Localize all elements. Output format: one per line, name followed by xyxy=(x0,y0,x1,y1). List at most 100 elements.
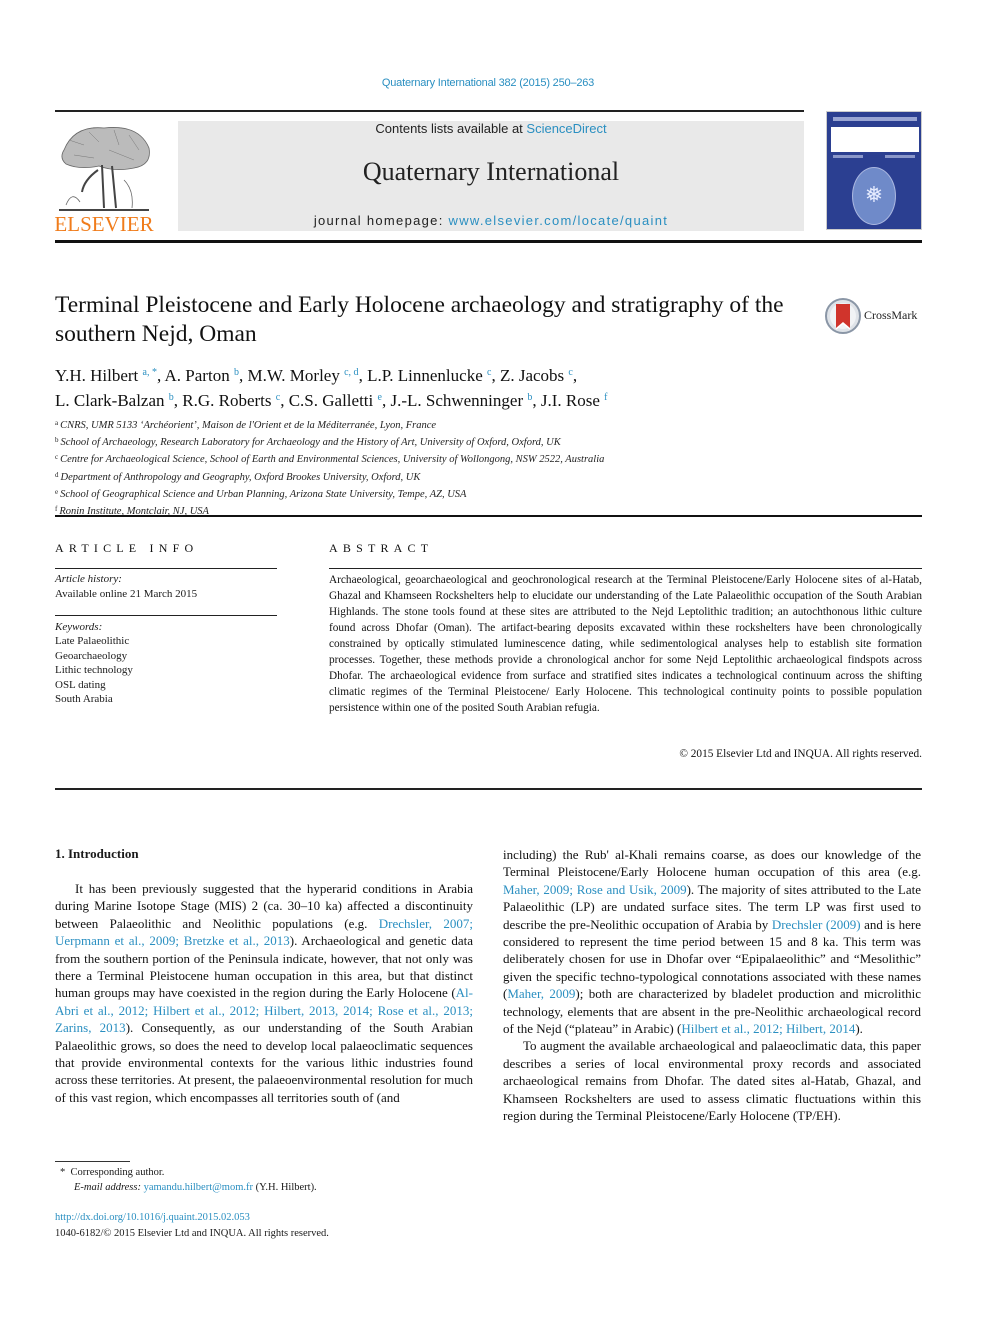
contents-line: Contents lists available at ScienceDirec… xyxy=(178,121,804,136)
cover-text-line xyxy=(885,155,915,158)
affiliation: e School of Geographical Science and Urba… xyxy=(55,485,915,502)
affiliation-key: d xyxy=(55,470,59,479)
author-name[interactable]: Y.H. Hilbert xyxy=(55,366,143,385)
email-suffix: (Y.H. Hilbert). xyxy=(253,1182,317,1193)
journal-reference[interactable]: Quaternary International 382 (2015) 250–… xyxy=(0,77,976,89)
author-separator: , xyxy=(280,390,289,410)
email-note: E-mail address: yamandu.hilbert@mom.fr (… xyxy=(60,1180,317,1195)
author-name[interactable]: R.G. Roberts xyxy=(182,391,276,410)
crossmark-icon xyxy=(825,298,861,334)
paragraph: It has been previously suggested that th… xyxy=(55,880,473,1106)
homepage-line: journal homepage: www.elsevier.com/locat… xyxy=(178,213,804,228)
affiliation-marker[interactable]: a, * xyxy=(143,367,157,378)
history-label: Article history: xyxy=(55,573,122,585)
homepage-label: journal homepage: xyxy=(313,213,449,228)
author-name[interactable]: J.-L. Schwenninger xyxy=(390,391,527,410)
affiliation: d Department of Anthropology and Geograph… xyxy=(55,468,915,485)
citation-link[interactable]: Hilbert et al., 2012; Hilbert, 2014 xyxy=(681,1021,855,1036)
author-name[interactable]: L. Clark-Balzan xyxy=(55,391,169,410)
author-name[interactable]: M.W. Morley xyxy=(247,366,344,385)
author-name[interactable]: L.P. Linnenlucke xyxy=(367,366,487,385)
cover-text-line xyxy=(833,155,863,158)
elsevier-wordmark: ELSEVIER xyxy=(54,212,154,236)
history-value: Available online 21 March 2015 xyxy=(55,587,198,600)
snowflake-icon: ❅ xyxy=(864,182,884,207)
journal-title: Quaternary International xyxy=(362,157,620,186)
contents-prefix: Contents lists available at xyxy=(375,121,527,136)
sciencedirect-link[interactable]: ScienceDirect xyxy=(526,121,606,136)
corresponding-author-note: * Corresponding author. xyxy=(60,1165,317,1180)
paragraph-text: To augment the available archaeological … xyxy=(503,1038,921,1124)
cover-white-band xyxy=(831,127,919,152)
divider xyxy=(55,615,277,616)
email-link[interactable]: yamandu.hilbert@mom.fr xyxy=(144,1182,253,1193)
keyword: Geoarchaeology xyxy=(55,649,128,662)
author-separator: , xyxy=(532,390,541,410)
paragraph-text: ). xyxy=(855,1021,863,1037)
author-separator: , xyxy=(572,366,578,385)
paragraph: including) the Rub' al-Khali remains coa… xyxy=(503,846,921,1037)
citation-link[interactable]: Maher, 2009 xyxy=(507,986,575,1001)
author-separator: , xyxy=(173,390,183,410)
footnote-divider xyxy=(55,1161,130,1162)
divider xyxy=(55,110,804,112)
corresponding-text: Corresponding author. xyxy=(70,1167,165,1178)
divider xyxy=(55,568,277,569)
author-separator: , xyxy=(156,366,165,385)
affiliation-marker[interactable]: c, d xyxy=(344,367,358,378)
doi-link[interactable]: http://dx.doi.org/10.1016/j.quaint.2015.… xyxy=(55,1212,250,1223)
affiliation-key: f xyxy=(55,505,58,514)
affiliation-text: Centre for Archaeological Science, Schoo… xyxy=(60,454,605,466)
citation-link[interactable]: Drechsler (2009) xyxy=(772,917,861,932)
author-name[interactable]: A. Parton xyxy=(165,366,234,385)
affiliation-key: b xyxy=(55,436,59,445)
affiliation-key: a xyxy=(55,419,59,427)
elsevier-tree-icon xyxy=(59,127,150,211)
doi-block: http://dx.doi.org/10.1016/j.quaint.2015.… xyxy=(55,1210,329,1241)
divider xyxy=(55,515,922,517)
journal-masthead: Contents lists available at ScienceDirec… xyxy=(178,121,804,231)
journal-cover-thumbnail[interactable]: ❅ xyxy=(826,111,922,230)
article-title: Terminal Pleistocene and Early Holocene … xyxy=(55,292,784,347)
keywords-block: Keywords: Late Palaeolithic Geoarchaeolo… xyxy=(55,620,133,706)
inqua-emblem: ❅ xyxy=(852,167,896,225)
author-separator: , xyxy=(358,366,368,385)
issn-copyright: 1040-6182/© 2015 Elsevier Ltd and INQUA.… xyxy=(55,1227,329,1239)
article-info-heading: ARTICLE INFO xyxy=(55,541,199,555)
affiliation-key: c xyxy=(55,453,59,462)
affiliation-text: Department of Anthropology and Geography… xyxy=(60,471,421,483)
divider xyxy=(329,568,922,569)
body-column-left: It has been previously suggested that th… xyxy=(55,880,473,1106)
abstract-copyright: © 2015 Elsevier Ltd and INQUA. All right… xyxy=(679,748,922,760)
affiliation-text: School of Geographical Science and Urban… xyxy=(60,488,467,500)
crossmark-label: CrossMark xyxy=(864,308,918,322)
article-history: Article history: Available online 21 Mar… xyxy=(55,572,197,601)
affiliation-key: e xyxy=(55,487,59,496)
keyword: Late Palaeolithic xyxy=(55,635,130,648)
author-list: Y.H. Hilbert a, *, A. Parton b, M.W. Mor… xyxy=(55,362,915,411)
affiliation: b School of Archaeology, Research Laborat… xyxy=(55,433,915,450)
affiliation-marker[interactable]: f xyxy=(604,392,607,403)
abstract-text: Archaeological, geoarchaeological and ge… xyxy=(329,574,922,714)
affiliation-text: School of Archaeology, Research Laborato… xyxy=(60,437,561,449)
author-separator: , xyxy=(491,366,500,385)
author-name[interactable]: Z. Jacobs xyxy=(500,366,568,385)
paragraph: To augment the available archaeological … xyxy=(503,1037,921,1124)
elsevier-logo[interactable]: ELSEVIER xyxy=(52,120,157,236)
affiliation: a CNRS, UMR 5133 ‘Archéorient’, Maison de… xyxy=(55,416,915,433)
footnotes: * Corresponding author. E-mail address: … xyxy=(60,1165,317,1195)
email-label: E-mail address: xyxy=(74,1182,144,1193)
divider xyxy=(55,788,922,790)
keyword: Lithic technology xyxy=(55,664,133,677)
citation-link[interactable]: Maher, 2009; Rose and Usik, 2009 xyxy=(503,882,687,897)
abstract-heading: ABSTRACT xyxy=(329,541,434,555)
crossmark-badge[interactable]: CrossMark xyxy=(824,296,924,336)
affiliation: c Centre for Archaeological Science, Scho… xyxy=(55,450,915,467)
section-heading: 1. Introduction xyxy=(55,846,139,861)
keyword: OSL dating xyxy=(55,678,106,691)
author-name[interactable]: C.S. Galletti xyxy=(289,391,378,410)
author-name[interactable]: J.I. Rose xyxy=(541,391,604,410)
homepage-link[interactable]: www.elsevier.com/locate/quaint xyxy=(449,213,669,228)
divider xyxy=(55,240,922,243)
affiliation-text: CNRS, UMR 5133 ‘Archéorient’, Maison de … xyxy=(60,420,437,431)
